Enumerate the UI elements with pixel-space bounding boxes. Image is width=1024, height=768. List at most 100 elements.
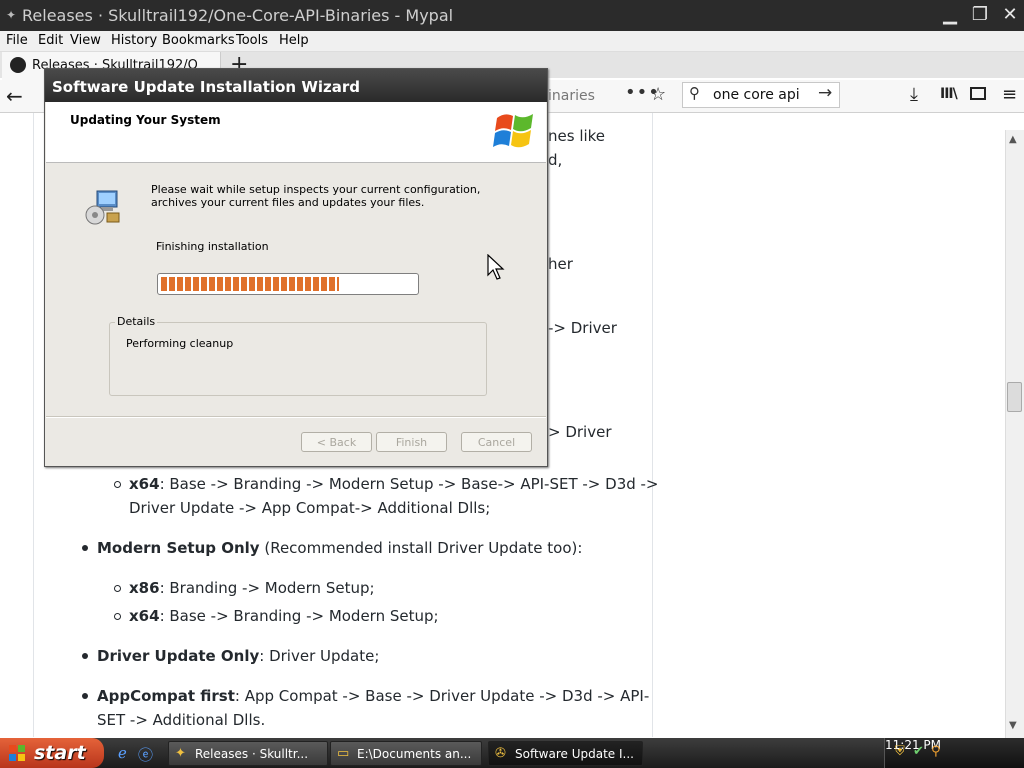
- folder-icon: ▭: [337, 746, 350, 761]
- quicklaunch-ie-icon[interactable]: ℯ: [118, 744, 136, 762]
- list-item-key: x64: [129, 607, 160, 625]
- list-item-text: : Driver Update;: [259, 647, 380, 665]
- list-item-key: x64: [129, 475, 160, 493]
- list-item: x64: Base -> Branding -> Modern Setup ->…: [129, 472, 659, 496]
- taskbar-item-browser[interactable]: ✦ Releases · Skulltr...: [168, 741, 328, 766]
- scrollbar-thumb[interactable]: [1007, 382, 1022, 412]
- maximize-button[interactable]: ❐: [966, 3, 994, 27]
- list-item: AppCompat first: App Compat -> Base -> D…: [97, 684, 649, 708]
- finish-button[interactable]: Finish: [376, 432, 447, 452]
- list-bullet: [114, 481, 121, 488]
- page-text-fragment: > Driver: [548, 423, 612, 441]
- dialog-separator: [46, 416, 546, 418]
- list-item-text: : Base -> Branding -> Modern Setup;: [159, 607, 439, 625]
- browser-icon: ✦: [175, 746, 186, 761]
- column-divider: [652, 113, 653, 737]
- list-item-text: (Recommended install Driver Update too):: [259, 539, 583, 557]
- list-item: x64: Base -> Branding -> Modern Setup;: [129, 604, 439, 628]
- page-text-fragment: d,: [548, 151, 563, 169]
- page-text-fragment: nes like: [548, 127, 606, 145]
- hamburger-menu-icon[interactable]: ≡: [1002, 84, 1017, 105]
- install-progress-bar: [157, 273, 419, 295]
- list-item-key: AppCompat first: [97, 687, 235, 705]
- dialog-header: Updating Your System: [46, 102, 546, 163]
- mouse-cursor-icon: [487, 254, 505, 280]
- browser-title-bar: ✦ Releases · Skulltrail192/One-Core-API-…: [0, 0, 1024, 31]
- windows-logo-icon: [493, 114, 533, 148]
- start-label: start: [34, 742, 86, 764]
- list-bullet: [82, 653, 88, 659]
- install-status-label: Finishing installation: [156, 240, 269, 253]
- quicklaunch-browser-icon[interactable]: ⓔ: [138, 744, 156, 764]
- progress-fill: [161, 277, 339, 291]
- close-button[interactable]: ✕: [996, 3, 1024, 27]
- system-tray: ⛨ ✔ ⚲ 11:21 PM: [884, 738, 1024, 768]
- details-label: Details: [115, 315, 158, 328]
- taskbar-item-folder[interactable]: ▭ E:\Documents an...: [330, 741, 482, 766]
- list-item-key: x86: [129, 579, 160, 597]
- search-engine-icon: ⚲: [689, 84, 700, 102]
- search-input-value: one core api: [713, 87, 800, 103]
- scroll-down-arrow-icon[interactable]: ▼: [1009, 720, 1017, 731]
- start-button[interactable]: start: [0, 738, 104, 768]
- setup-computer-icon: [85, 190, 120, 225]
- page-text-fragment: -> Driver: [548, 319, 617, 337]
- search-input[interactable]: ⚲ one core api →: [682, 82, 840, 108]
- page-scrollbar[interactable]: ▲ ▼: [1005, 130, 1024, 738]
- sidebar-icon[interactable]: [970, 87, 986, 100]
- list-item: Driver Update Only: Driver Update;: [97, 644, 379, 668]
- download-icon[interactable]: ⤓: [910, 84, 918, 105]
- github-icon: [10, 57, 26, 73]
- list-item-continued: Driver Update -> App Compat-> Additional…: [129, 499, 491, 517]
- window-title: Releases · Skulltrail192/One-Core-API-Bi…: [22, 6, 454, 25]
- minimize-button[interactable]: ▁: [936, 3, 964, 27]
- list-item-key: Driver Update Only: [97, 647, 260, 665]
- dialog-heading: Updating Your System: [70, 113, 221, 127]
- taskbar-item-label: Releases · Skulltr...: [195, 747, 309, 761]
- mypal-app-icon: ✦: [6, 8, 17, 22]
- menu-edit[interactable]: Edit: [38, 33, 63, 48]
- windows-flag-icon: [9, 745, 25, 761]
- list-item-continued: SET -> Additional Dlls.: [97, 711, 266, 729]
- library-icon[interactable]: III\: [940, 86, 958, 102]
- list-item: x86: Branding -> Modern Setup;: [129, 576, 375, 600]
- dialog-title-bar[interactable]: Software Update Installation Wizard: [45, 69, 547, 102]
- back-button-disabled[interactable]: < Back: [301, 432, 372, 452]
- dialog-description: Please wait while setup inspects your cu…: [151, 183, 481, 209]
- menu-history[interactable]: History: [111, 33, 157, 48]
- page-text-fragment: her: [548, 255, 573, 273]
- menu-file[interactable]: File: [6, 33, 28, 48]
- list-item-key: Modern Setup Only: [97, 539, 260, 557]
- url-bar[interactable]: inaries: [548, 88, 595, 104]
- list-item-text: : Base -> Branding -> Modern Setup -> Ba…: [159, 475, 659, 493]
- setup-icon: ✇: [495, 746, 506, 761]
- column-divider: [33, 113, 34, 737]
- scroll-up-arrow-icon[interactable]: ▲: [1009, 134, 1017, 145]
- taskbar-item-label: E:\Documents an...: [357, 747, 472, 761]
- search-tray-icon[interactable]: ⚲: [931, 744, 941, 759]
- taskbar-item-setup[interactable]: ✇ Software Update I...: [488, 741, 643, 766]
- menu-bar: File Edit View History Bookmarks Tools H…: [0, 31, 1024, 52]
- details-groupbox: [109, 322, 487, 396]
- installation-wizard-dialog: Software Update Installation Wizard Upda…: [44, 68, 548, 467]
- menu-tools[interactable]: Tools: [236, 33, 268, 48]
- menu-view[interactable]: View: [70, 33, 101, 48]
- network-icon[interactable]: ✔: [913, 744, 924, 759]
- details-text: Performing cleanup: [126, 337, 234, 350]
- list-bullet: [114, 585, 121, 592]
- list-item: Modern Setup Only (Recommended install D…: [97, 536, 582, 560]
- bookmark-star-icon[interactable]: ☆: [650, 84, 666, 105]
- back-button[interactable]: ←: [6, 84, 23, 108]
- menu-bookmarks[interactable]: Bookmarks: [162, 33, 235, 48]
- menu-help[interactable]: Help: [279, 33, 309, 48]
- taskbar-item-label: Software Update I...: [515, 747, 634, 761]
- dialog-title: Software Update Installation Wizard: [52, 78, 360, 96]
- list-item-text: : App Compat -> Base -> Driver Update ->…: [234, 687, 650, 705]
- list-bullet: [82, 693, 88, 699]
- list-bullet: [114, 613, 121, 620]
- security-shield-icon[interactable]: ⛨: [895, 744, 905, 759]
- search-go-icon[interactable]: →: [818, 83, 832, 103]
- list-item-text: : Branding -> Modern Setup;: [159, 579, 375, 597]
- list-bullet: [82, 545, 88, 551]
- cancel-button[interactable]: Cancel: [461, 432, 532, 452]
